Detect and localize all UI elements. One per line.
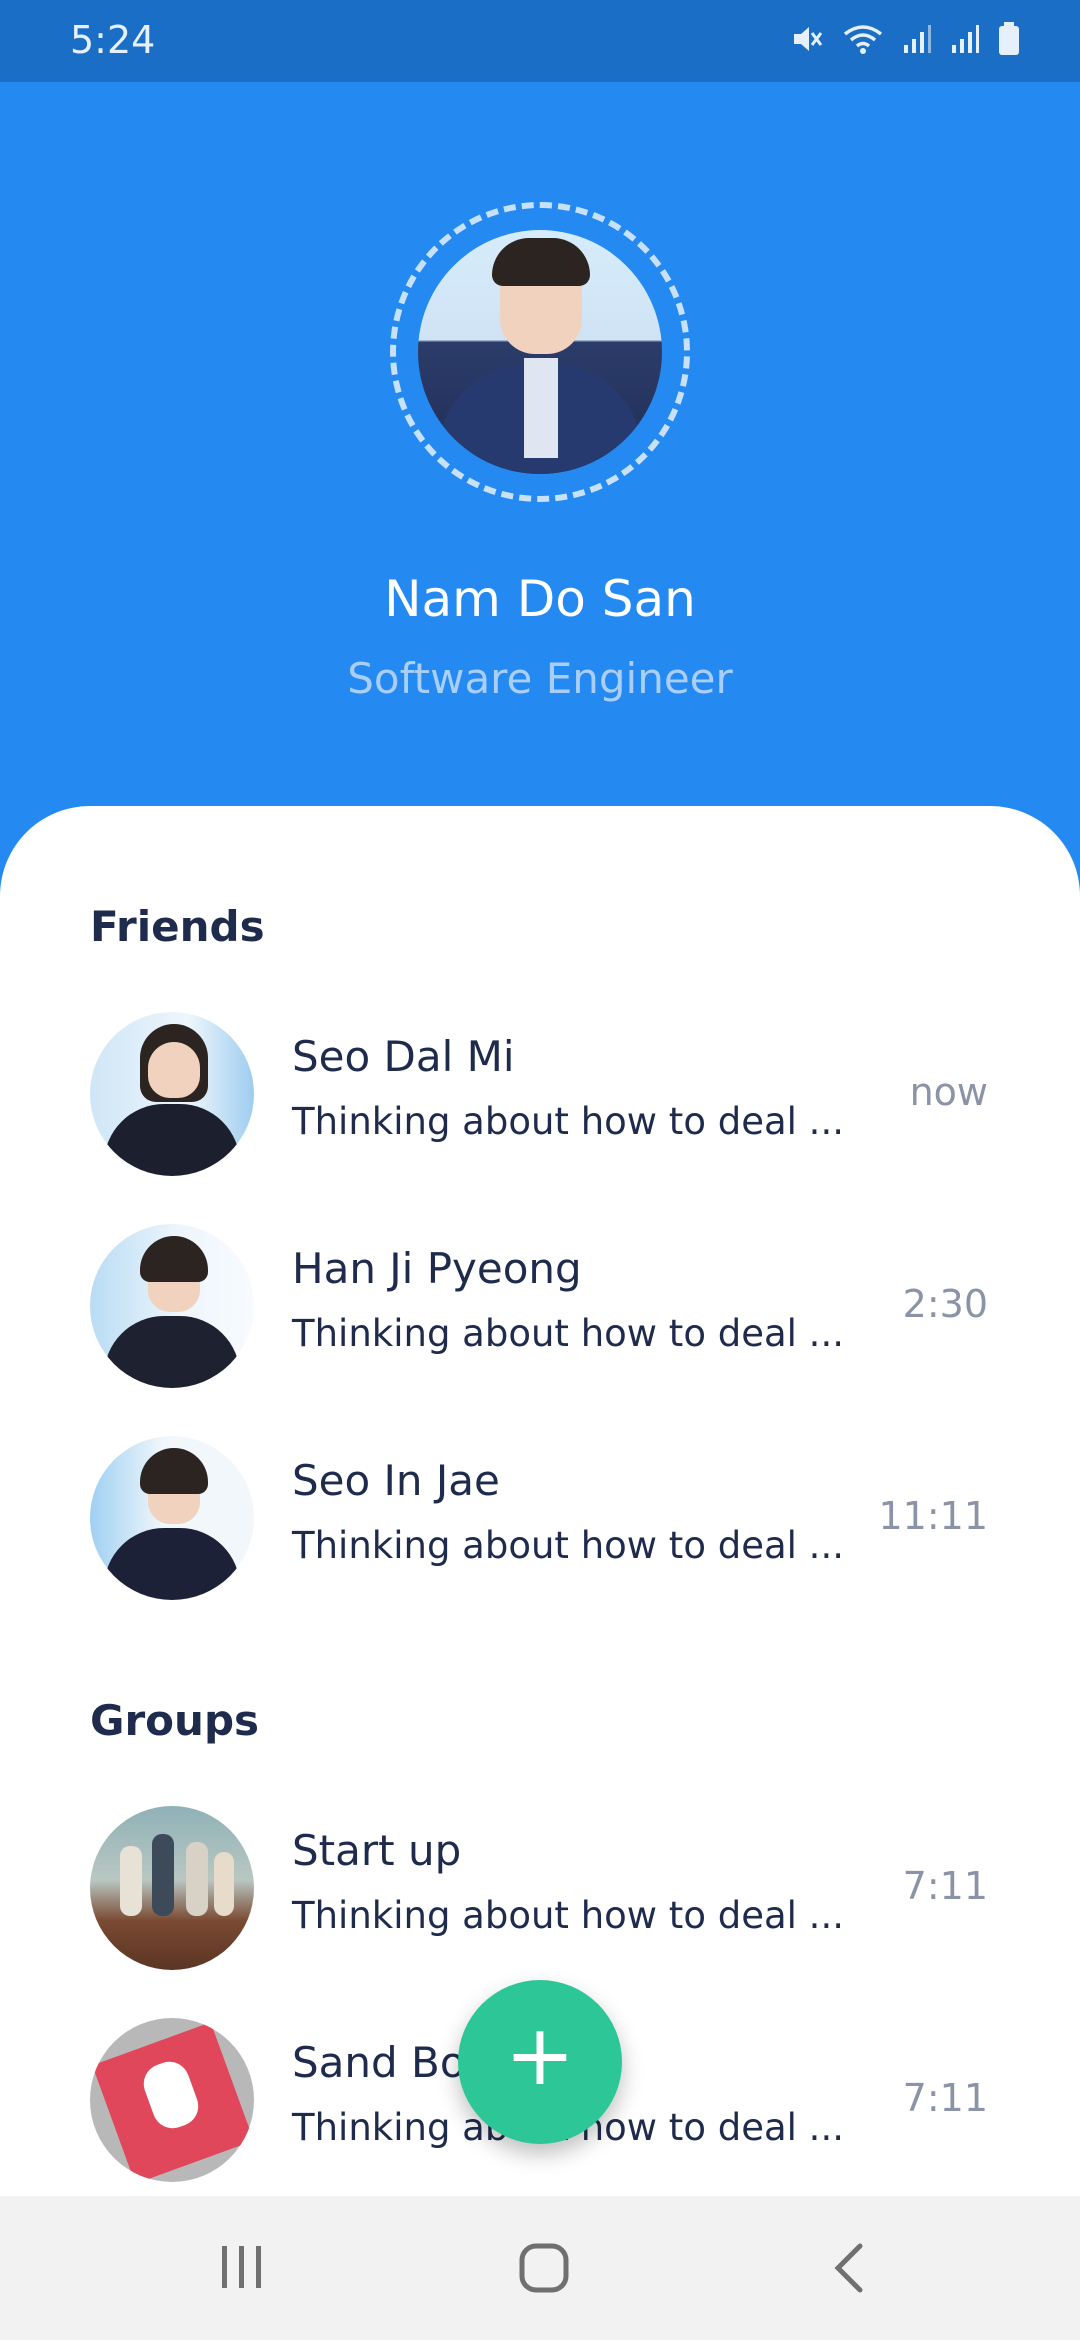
message-time: 11:11 (878, 1494, 988, 1538)
avatar (90, 1012, 254, 1176)
avatar (90, 1436, 254, 1600)
plus-icon: + (504, 2006, 576, 2104)
profile-header: Nam Do San Software Engineer (0, 82, 1080, 842)
groups-section-title: Groups (90, 1696, 260, 1745)
mute-icon (794, 27, 823, 51)
message-time: 2:30 (902, 1282, 988, 1326)
status-bar: 5:24 (0, 0, 1080, 82)
avatar (90, 2018, 254, 2182)
recent-apps-icon[interactable] (218, 2242, 266, 2292)
message-preview: Thinking about how to deal ... (292, 1100, 844, 1143)
list-item[interactable]: Seo In Jae Thinking about how to deal ..… (90, 1436, 1000, 1606)
contact-name: Seo Dal Mi (292, 1032, 515, 1081)
list-item[interactable]: Seo Dal Mi Thinking about how to deal ..… (90, 1012, 1000, 1182)
message-preview: Thinking about how to deal ... (292, 1524, 844, 1567)
profile-role: Software Engineer (347, 654, 733, 703)
group-name: Start up (292, 1826, 462, 1875)
profile-name: Nam Do San (384, 570, 696, 628)
list-item[interactable]: Han Ji Pyeong Thinking about how to deal… (90, 1224, 1000, 1394)
system-navigation-bar (0, 2196, 1080, 2340)
add-button[interactable]: + (458, 1980, 622, 2144)
status-time: 5:24 (70, 18, 156, 62)
friends-section-title: Friends (90, 902, 265, 951)
contact-name: Seo In Jae (292, 1456, 500, 1505)
message-time: 7:11 (902, 2076, 988, 2120)
signal-icon (904, 25, 931, 53)
profile-avatar[interactable] (418, 230, 662, 474)
message-preview: Thinking about how to deal ... (292, 1894, 844, 1937)
avatar (90, 1806, 254, 1970)
message-time: now (909, 1070, 988, 1114)
back-icon[interactable] (830, 2242, 870, 2294)
home-icon[interactable] (518, 2242, 570, 2294)
list-item[interactable]: Start up Thinking about how to deal ... … (90, 1806, 1000, 1976)
status-icons (790, 22, 1020, 56)
battery-icon (999, 22, 1019, 55)
contact-name: Han Ji Pyeong (292, 1244, 582, 1293)
avatar (90, 1224, 254, 1388)
signal-icon (952, 25, 979, 53)
wifi-icon (843, 25, 883, 54)
profile-avatar-ring[interactable] (390, 202, 690, 502)
message-time: 7:11 (902, 1864, 988, 1908)
message-preview: Thinking about how to deal ... (292, 1312, 844, 1355)
